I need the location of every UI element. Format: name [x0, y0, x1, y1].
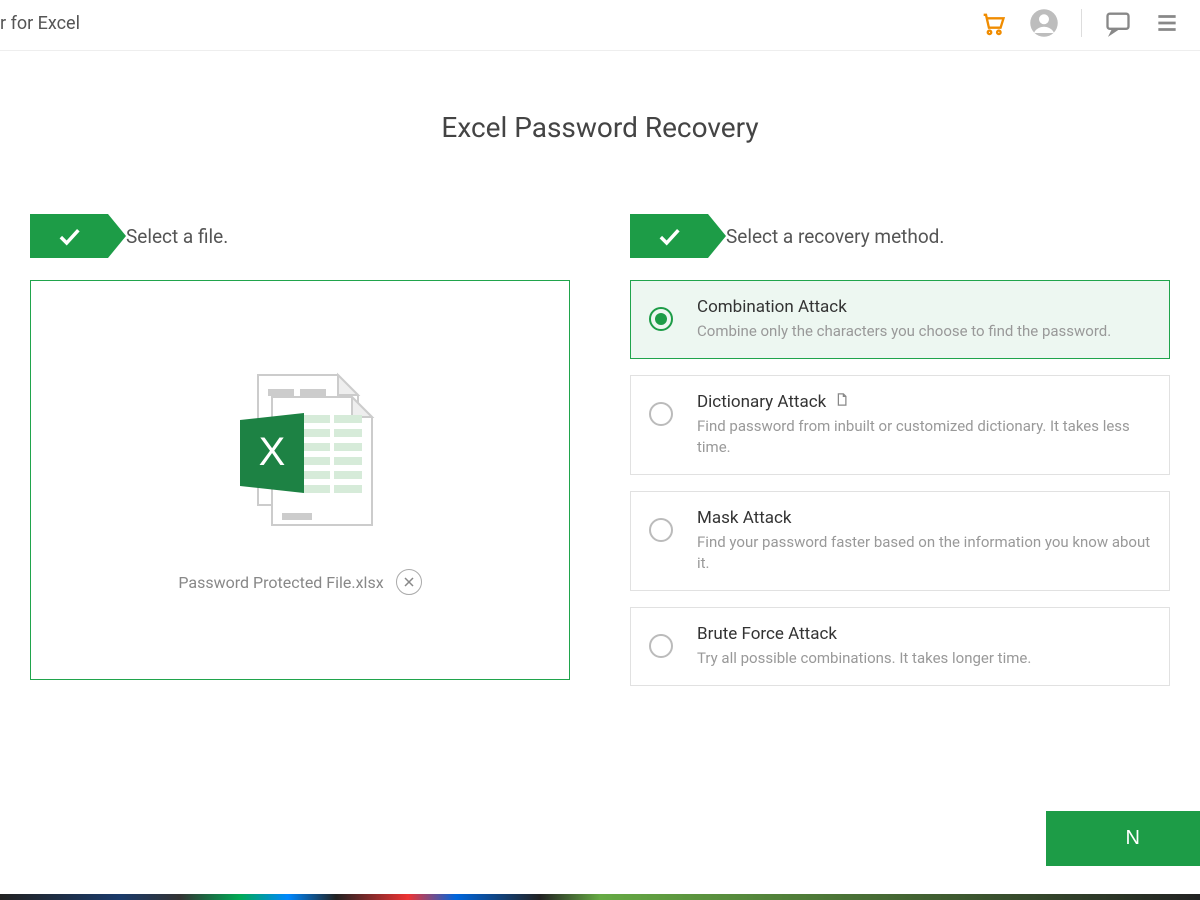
info-file-icon	[834, 392, 849, 412]
page-title: Excel Password Recovery	[0, 111, 1200, 144]
svg-text:X: X	[259, 430, 286, 474]
method-mask[interactable]: Mask Attack Find your password faster ba…	[630, 491, 1170, 591]
method-title: Dictionary Attack	[697, 392, 1151, 412]
header-icon-row	[979, 8, 1180, 38]
radio-icon	[649, 518, 673, 542]
radio-icon	[649, 402, 673, 426]
method-desc: Try all possible combinations. It takes …	[697, 648, 1031, 669]
taskbar-strip	[0, 894, 1200, 900]
next-button[interactable]: N	[1046, 811, 1200, 866]
method-section: Select a recovery method. Combination At…	[630, 214, 1170, 686]
radio-icon	[649, 307, 673, 331]
selected-file-name: Password Protected File.xlsx	[178, 573, 383, 592]
method-desc: Find password from inbuilt or customized…	[697, 416, 1151, 458]
radio-icon	[649, 634, 673, 658]
app-title: r for Excel	[0, 13, 80, 34]
step2-label: Select a recovery method.	[726, 225, 944, 248]
method-bruteforce[interactable]: Brute Force Attack Try all possible comb…	[630, 607, 1170, 686]
menu-icon[interactable]	[1154, 10, 1180, 36]
cart-icon[interactable]	[979, 9, 1007, 37]
method-desc: Find your password faster based on the i…	[697, 532, 1151, 574]
method-title: Combination Attack	[697, 297, 1111, 317]
step2-badge	[630, 214, 708, 258]
method-combination[interactable]: Combination Attack Combine only the char…	[630, 280, 1170, 359]
method-desc: Combine only the characters you choose t…	[697, 321, 1111, 342]
feedback-icon[interactable]	[1104, 9, 1132, 37]
user-icon[interactable]	[1029, 8, 1059, 38]
method-title: Mask Attack	[697, 508, 1151, 528]
step1-header: Select a file.	[30, 214, 570, 258]
method-title: Brute Force Attack	[697, 624, 1031, 644]
selected-file-row: Password Protected File.xlsx	[178, 569, 421, 595]
header-bar: r for Excel	[0, 0, 1200, 51]
step2-header: Select a recovery method.	[630, 214, 1170, 258]
remove-file-button[interactable]	[396, 569, 422, 595]
step1-label: Select a file.	[126, 225, 228, 248]
method-list: Combination Attack Combine only the char…	[630, 280, 1170, 686]
step1-badge	[30, 214, 108, 258]
file-drop-area[interactable]: X Password Protected File.xlsx	[30, 280, 570, 680]
method-dictionary[interactable]: Dictionary Attack Find password from inb…	[630, 375, 1170, 475]
header-divider	[1081, 9, 1082, 37]
file-section: Select a file.	[30, 214, 570, 686]
excel-file-icon: X	[210, 365, 390, 539]
